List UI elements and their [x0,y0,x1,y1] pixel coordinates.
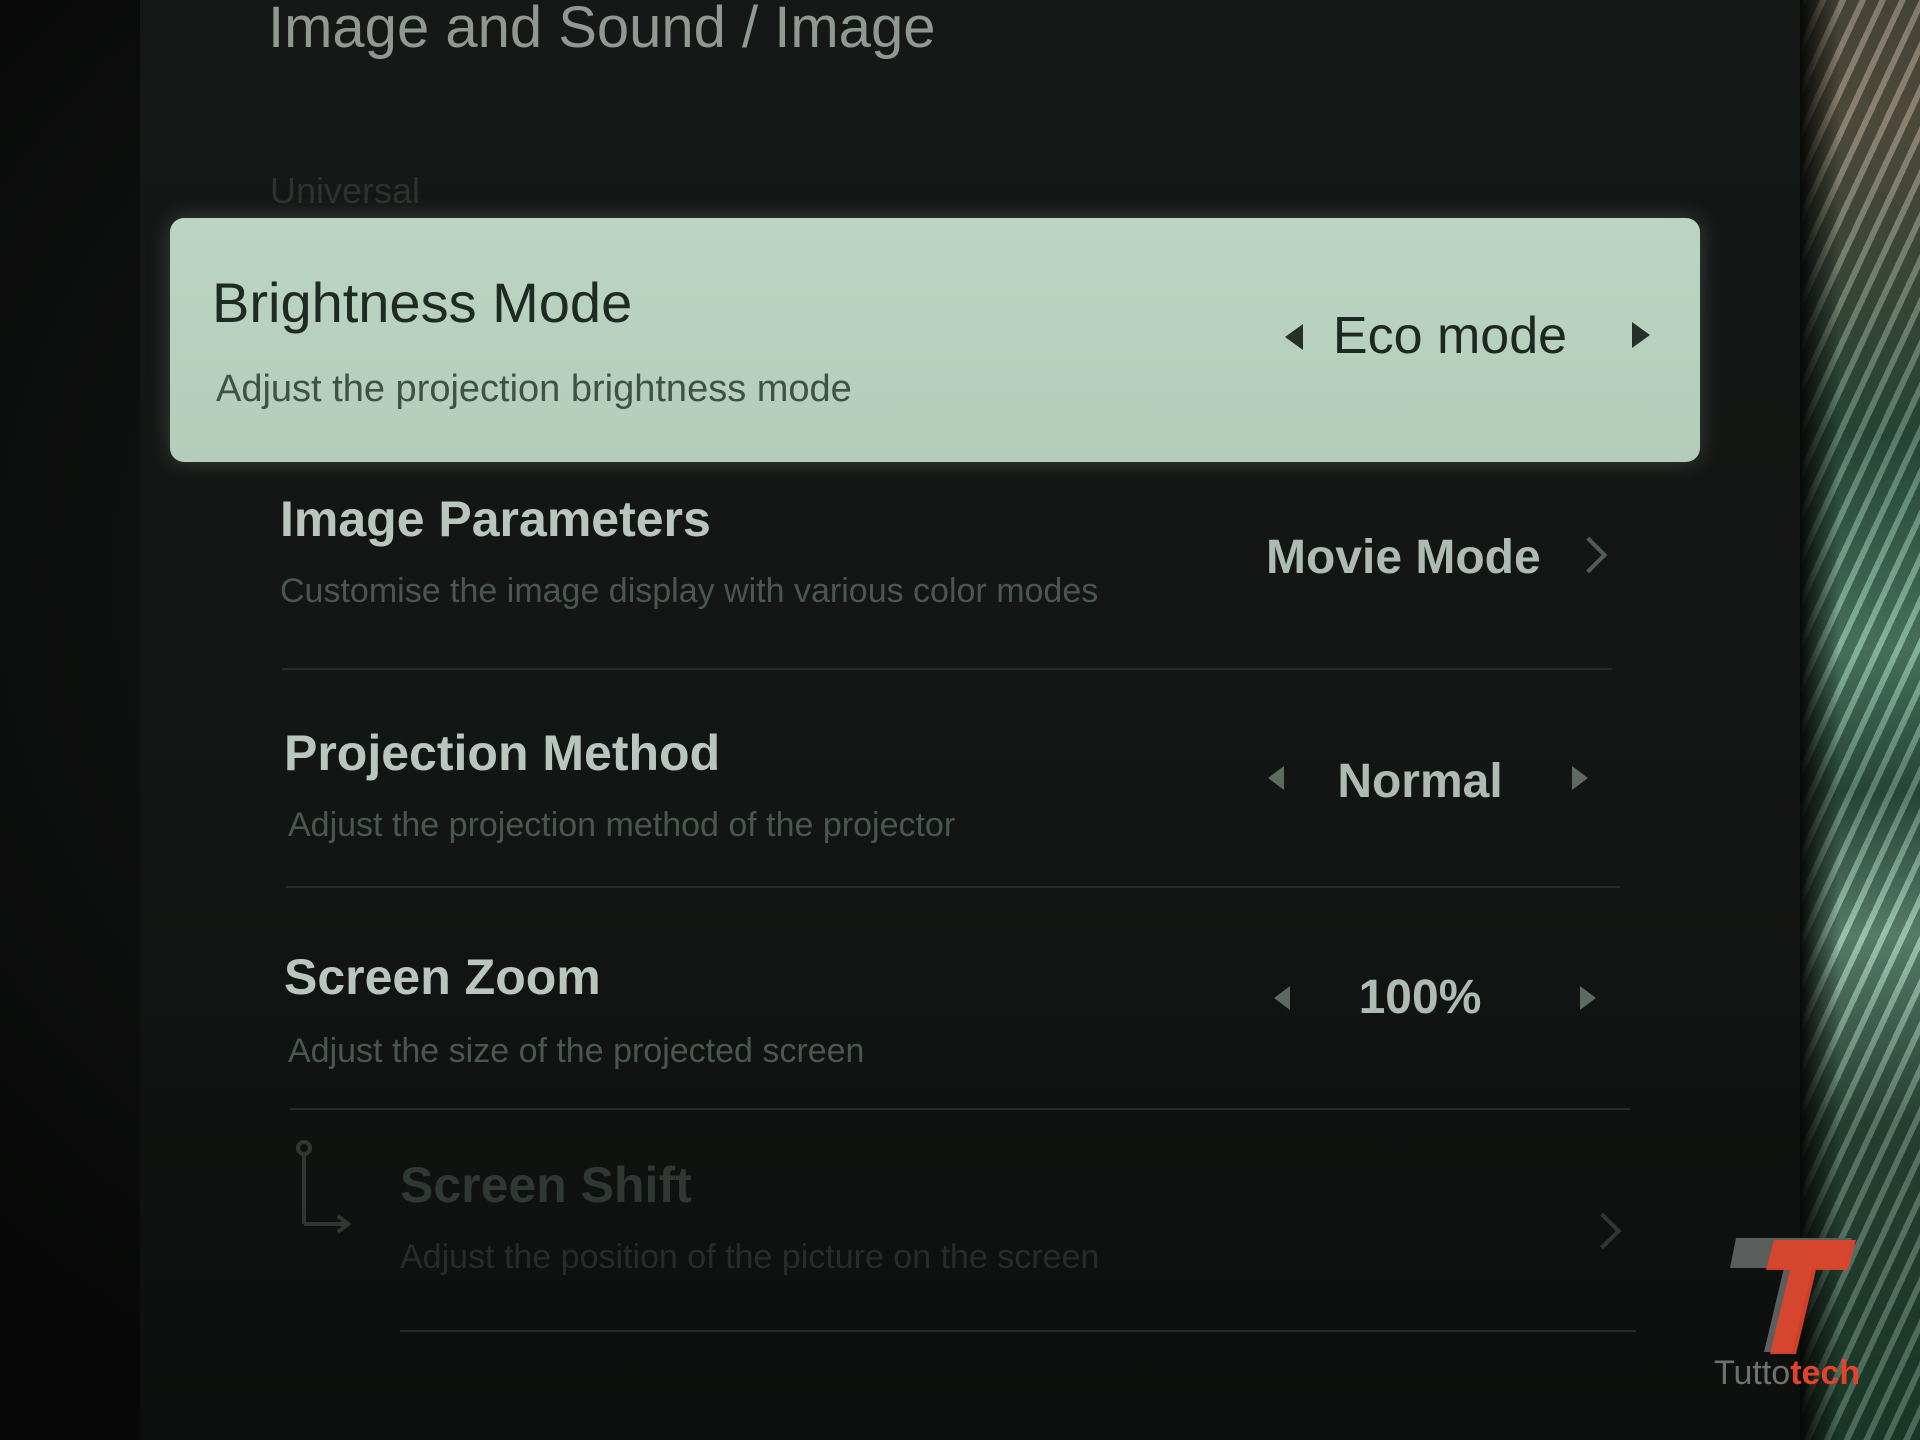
setting-row-screen-shift[interactable]: Screen Shift Adjust the position of the … [280,1140,1640,1340]
setting-description: Adjust the position of the picture on th… [400,1238,1100,1276]
tuttotech-t-logo-icon [1730,1238,1856,1354]
divider [282,668,1612,670]
page-title: Image and Sound / Image [268,0,936,60]
arrow-right-icon[interactable] [1632,322,1650,348]
setting-value: Normal [1337,755,1503,808]
setting-value: Movie Mode [1266,531,1541,584]
setting-description: Adjust the projection method of the proj… [288,806,956,844]
setting-value: 100% [1358,971,1482,1024]
setting-value: Eco mode [1332,307,1568,365]
arrow-right-icon[interactable] [1572,766,1588,790]
screen-shift-icon [296,1140,352,1234]
arrow-left-icon[interactable] [1268,766,1284,790]
watermark-brand-prefix: Tutto [1714,1354,1791,1392]
divider [286,886,1620,888]
setting-description: Adjust the projection brightness mode [216,368,852,410]
setting-row-screen-zoom[interactable]: Screen Zoom Adjust the size of the proje… [280,930,1620,1130]
chevron-right-icon [1570,536,1608,574]
chevron-right-icon [1584,1212,1622,1250]
tuttotech-watermark: Tuttotech [1700,1232,1900,1412]
setting-title: Projection Method [284,725,721,781]
photo-of-projected-ui: Image and Sound / Image Universal Bright… [0,0,1920,1440]
divider [290,1108,1630,1110]
setting-row-image-parameters[interactable]: Image Parameters Customise the image dis… [276,480,1616,680]
setting-description: Customise the image display with various… [280,572,1099,610]
arrow-right-icon[interactable] [1580,986,1596,1010]
setting-title: Image Parameters [280,491,711,547]
setting-row-brightness-mode[interactable]: Brightness Mode Adjust the projection br… [170,218,1700,462]
arrow-left-icon[interactable] [1285,324,1303,350]
setting-description: Adjust the size of the projected screen [288,1032,865,1070]
section-label: Universal [270,170,421,211]
arrow-left-icon[interactable] [1274,986,1290,1010]
setting-row-projection-method[interactable]: Projection Method Adjust the projection … [280,706,1620,906]
watermark-brand-suffix: tech [1790,1354,1861,1392]
setting-title: Brightness Mode [212,271,633,334]
watermark-text: Tuttotech [1714,1354,1860,1393]
divider [400,1330,1636,1332]
setting-title: Screen Zoom [284,949,601,1005]
background-photo-strip [1800,0,1920,1440]
setting-title: Screen Shift [400,1157,692,1213]
